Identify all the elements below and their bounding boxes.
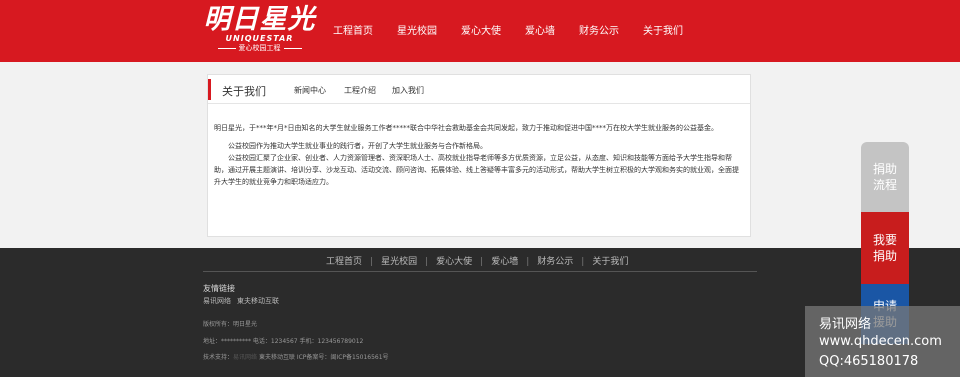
donation-process-button[interactable]: 捐助 流程 bbox=[861, 142, 909, 212]
friend-links-title: 友情链接 bbox=[203, 284, 235, 293]
nav-item-ambassador[interactable]: 爱心大使 bbox=[461, 25, 501, 38]
contact-text: 地址：********** 电话：1234567 手机：123456789012 bbox=[203, 338, 364, 345]
donate-button[interactable]: 我要 捐助 bbox=[861, 212, 909, 284]
panel-tab-bar: 关于我们 新闻中心 工程介绍 加入我们 bbox=[208, 75, 750, 104]
tech-support-link[interactable]: 易讯网络 bbox=[233, 354, 257, 361]
float-donate-line1: 我要 bbox=[872, 233, 897, 247]
watermark-overlay: 易讯网络 www.qhdecen.com QQ:465180178 bbox=[805, 306, 960, 377]
nav-item-love-wall[interactable]: 爱心墙 bbox=[525, 25, 555, 38]
tab-news[interactable]: 新闻中心 bbox=[294, 85, 326, 96]
copyright-text: 版权所有：明日星光 bbox=[203, 321, 258, 328]
friend-link-yixun[interactable]: 易讯网络 bbox=[203, 296, 231, 306]
footer-nav: 工程首页 | 星光校园 | 爱心大使 | 爱心墙 | 财务公示 | 关于我们 bbox=[318, 257, 636, 268]
tab-intro[interactable]: 工程介绍 bbox=[344, 85, 376, 96]
footer-divider bbox=[203, 271, 757, 272]
friend-links: 易讯网络 東夫移动互联 bbox=[203, 296, 279, 306]
active-tab-indicator bbox=[208, 79, 211, 100]
logo-main-text: 明日星光 bbox=[203, 4, 316, 35]
logo-tagline: 爱心校园工程 bbox=[202, 43, 317, 53]
nav-item-about[interactable]: 关于我们 bbox=[643, 25, 683, 38]
footer-nav-ambassador[interactable]: 爱心大使 bbox=[428, 257, 480, 268]
paragraph-intro: 明日星光，于***年*月*日由知名的大学生就业服务工作者*****联合中华社会救… bbox=[214, 124, 718, 132]
nav-item-finance[interactable]: 财务公示 bbox=[579, 25, 619, 38]
nav-item-campus[interactable]: 星光校园 bbox=[397, 25, 437, 38]
float-help-line1: 捐助 bbox=[872, 162, 897, 176]
nav-item-home[interactable]: 工程首页 bbox=[333, 25, 373, 38]
float-donate-line2: 捐助 bbox=[872, 249, 897, 263]
logo-sub-text: UNIQUESTAR bbox=[225, 34, 294, 43]
tab-join[interactable]: 加入我们 bbox=[392, 85, 424, 96]
footer-nav-home[interactable]: 工程首页 bbox=[318, 257, 370, 268]
tech-support-text: 技术支持：易讯网络 東夫移动互联 ICP备案号：闽ICP备15016561号 bbox=[203, 352, 389, 361]
main-nav: 工程首页 星光校园 爱心大使 爱心墙 财务公示 关于我们 bbox=[333, 25, 707, 38]
paragraph-detail: 公益校园汇聚了企业家、创业者、人力资源管理者、资深职场人士、高校就业指导老师等多… bbox=[214, 154, 739, 186]
footer-nav-campus[interactable]: 星光校园 bbox=[373, 257, 425, 268]
float-help-line2: 流程 bbox=[872, 178, 897, 192]
friend-link-dongfu[interactable]: 東夫移动互联 bbox=[237, 296, 279, 306]
watermark-qq: QQ:465180178 bbox=[819, 354, 919, 369]
footer-nav-about[interactable]: 关于我们 bbox=[584, 257, 636, 268]
footer-nav-love-wall[interactable]: 爱心墙 bbox=[483, 257, 526, 268]
paragraph-role: 公益校园作为推动大学生就业事业的践行者，开创了大学生就业服务与合作新格局。 bbox=[228, 142, 487, 150]
panel-body: 明日星光，于***年*月*日由知名的大学生就业服务工作者*****联合中华社会救… bbox=[208, 104, 750, 188]
about-panel: 关于我们 新闻中心 工程介绍 加入我们 明日星光，于***年*月*日由知名的大学… bbox=[207, 74, 751, 237]
footer-nav-finance[interactable]: 财务公示 bbox=[529, 257, 581, 268]
tech-support-label: 技术支持： bbox=[203, 354, 234, 361]
tab-about-us[interactable]: 关于我们 bbox=[222, 83, 266, 99]
tech-support-rest: 東夫移动互联 ICP备案号：闽ICP备15016561号 bbox=[257, 354, 389, 361]
site-logo[interactable]: 明日星光 UNIQUESTAR 爱心校园工程 bbox=[202, 6, 317, 58]
site-header: 明日星光 UNIQUESTAR 爱心校园工程 工程首页 星光校园 爱心大使 爱心… bbox=[0, 0, 960, 62]
watermark-url: www.qhdecen.com bbox=[819, 334, 942, 349]
watermark-name: 易讯网络 bbox=[819, 317, 872, 332]
